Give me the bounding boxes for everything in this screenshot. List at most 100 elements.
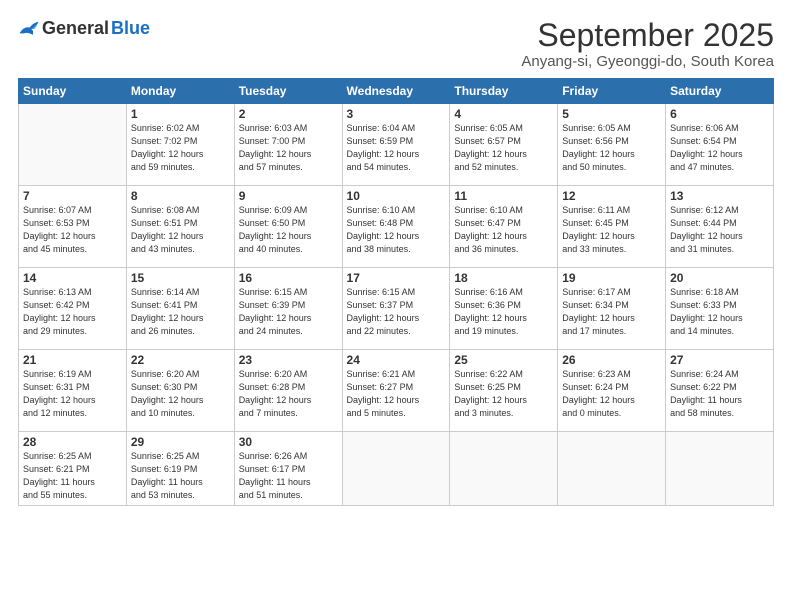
day-number: 2: [239, 107, 338, 121]
header-tuesday: Tuesday: [234, 79, 342, 104]
week-row-3: 14Sunrise: 6:13 AM Sunset: 6:42 PM Dayli…: [19, 268, 774, 350]
calendar-cell: 6Sunrise: 6:06 AM Sunset: 6:54 PM Daylig…: [666, 104, 774, 186]
week-row-5: 28Sunrise: 6:25 AM Sunset: 6:21 PM Dayli…: [19, 432, 774, 506]
day-number: 22: [131, 353, 230, 367]
day-number: 12: [562, 189, 661, 203]
calendar-cell: 26Sunrise: 6:23 AM Sunset: 6:24 PM Dayli…: [558, 350, 666, 432]
calendar-cell: 18Sunrise: 6:16 AM Sunset: 6:36 PM Dayli…: [450, 268, 558, 350]
day-info: Sunrise: 6:25 AM Sunset: 6:19 PM Dayligh…: [131, 450, 230, 502]
calendar-cell: 14Sunrise: 6:13 AM Sunset: 6:42 PM Dayli…: [19, 268, 127, 350]
day-number: 16: [239, 271, 338, 285]
header-friday: Friday: [558, 79, 666, 104]
day-info: Sunrise: 6:21 AM Sunset: 6:27 PM Dayligh…: [347, 368, 446, 420]
calendar-cell: 7Sunrise: 6:07 AM Sunset: 6:53 PM Daylig…: [19, 186, 127, 268]
calendar-cell: 16Sunrise: 6:15 AM Sunset: 6:39 PM Dayli…: [234, 268, 342, 350]
day-info: Sunrise: 6:16 AM Sunset: 6:36 PM Dayligh…: [454, 286, 553, 338]
logo-icon: [18, 20, 40, 38]
calendar-cell: 20Sunrise: 6:18 AM Sunset: 6:33 PM Dayli…: [666, 268, 774, 350]
day-number: 14: [23, 271, 122, 285]
day-info: Sunrise: 6:11 AM Sunset: 6:45 PM Dayligh…: [562, 204, 661, 256]
day-info: Sunrise: 6:02 AM Sunset: 7:02 PM Dayligh…: [131, 122, 230, 174]
calendar-cell: [666, 432, 774, 506]
day-info: Sunrise: 6:06 AM Sunset: 6:54 PM Dayligh…: [670, 122, 769, 174]
day-info: Sunrise: 6:10 AM Sunset: 6:47 PM Dayligh…: [454, 204, 553, 256]
day-info: Sunrise: 6:09 AM Sunset: 6:50 PM Dayligh…: [239, 204, 338, 256]
day-number: 11: [454, 189, 553, 203]
calendar-cell: 1Sunrise: 6:02 AM Sunset: 7:02 PM Daylig…: [126, 104, 234, 186]
title-area: September 2025 Anyang-si, Gyeonggi-do, S…: [521, 18, 774, 70]
day-number: 9: [239, 189, 338, 203]
calendar-page: GeneralBlue September 2025 Anyang-si, Gy…: [0, 0, 792, 612]
header-sunday: Sunday: [19, 79, 127, 104]
calendar-cell: 2Sunrise: 6:03 AM Sunset: 7:00 PM Daylig…: [234, 104, 342, 186]
week-row-2: 7Sunrise: 6:07 AM Sunset: 6:53 PM Daylig…: [19, 186, 774, 268]
day-number: 5: [562, 107, 661, 121]
header-monday: Monday: [126, 79, 234, 104]
day-info: Sunrise: 6:14 AM Sunset: 6:41 PM Dayligh…: [131, 286, 230, 338]
calendar-cell: 10Sunrise: 6:10 AM Sunset: 6:48 PM Dayli…: [342, 186, 450, 268]
day-number: 26: [562, 353, 661, 367]
calendar-cell: 4Sunrise: 6:05 AM Sunset: 6:57 PM Daylig…: [450, 104, 558, 186]
calendar-cell: 28Sunrise: 6:25 AM Sunset: 6:21 PM Dayli…: [19, 432, 127, 506]
calendar-cell: 11Sunrise: 6:10 AM Sunset: 6:47 PM Dayli…: [450, 186, 558, 268]
header: GeneralBlue September 2025 Anyang-si, Gy…: [18, 18, 774, 70]
day-info: Sunrise: 6:26 AM Sunset: 6:17 PM Dayligh…: [239, 450, 338, 502]
calendar-cell: 19Sunrise: 6:17 AM Sunset: 6:34 PM Dayli…: [558, 268, 666, 350]
calendar-cell: 5Sunrise: 6:05 AM Sunset: 6:56 PM Daylig…: [558, 104, 666, 186]
week-row-4: 21Sunrise: 6:19 AM Sunset: 6:31 PM Dayli…: [19, 350, 774, 432]
day-info: Sunrise: 6:19 AM Sunset: 6:31 PM Dayligh…: [23, 368, 122, 420]
month-title: September 2025: [521, 18, 774, 53]
day-number: 28: [23, 435, 122, 449]
day-info: Sunrise: 6:17 AM Sunset: 6:34 PM Dayligh…: [562, 286, 661, 338]
day-info: Sunrise: 6:05 AM Sunset: 6:57 PM Dayligh…: [454, 122, 553, 174]
calendar-cell: 30Sunrise: 6:26 AM Sunset: 6:17 PM Dayli…: [234, 432, 342, 506]
day-number: 8: [131, 189, 230, 203]
calendar-cell: 12Sunrise: 6:11 AM Sunset: 6:45 PM Dayli…: [558, 186, 666, 268]
day-info: Sunrise: 6:15 AM Sunset: 6:39 PM Dayligh…: [239, 286, 338, 338]
header-wednesday: Wednesday: [342, 79, 450, 104]
day-info: Sunrise: 6:07 AM Sunset: 6:53 PM Dayligh…: [23, 204, 122, 256]
calendar-cell: 22Sunrise: 6:20 AM Sunset: 6:30 PM Dayli…: [126, 350, 234, 432]
day-number: 4: [454, 107, 553, 121]
calendar-cell: 21Sunrise: 6:19 AM Sunset: 6:31 PM Dayli…: [19, 350, 127, 432]
calendar-cell: [558, 432, 666, 506]
day-number: 20: [670, 271, 769, 285]
header-saturday: Saturday: [666, 79, 774, 104]
day-info: Sunrise: 6:08 AM Sunset: 6:51 PM Dayligh…: [131, 204, 230, 256]
day-number: 30: [239, 435, 338, 449]
day-number: 29: [131, 435, 230, 449]
calendar-cell: 13Sunrise: 6:12 AM Sunset: 6:44 PM Dayli…: [666, 186, 774, 268]
day-number: 10: [347, 189, 446, 203]
day-number: 6: [670, 107, 769, 121]
logo-text-blue: Blue: [111, 18, 150, 39]
calendar-cell: [342, 432, 450, 506]
location-title: Anyang-si, Gyeonggi-do, South Korea: [521, 53, 774, 70]
day-info: Sunrise: 6:05 AM Sunset: 6:56 PM Dayligh…: [562, 122, 661, 174]
calendar-cell: 9Sunrise: 6:09 AM Sunset: 6:50 PM Daylig…: [234, 186, 342, 268]
day-info: Sunrise: 6:03 AM Sunset: 7:00 PM Dayligh…: [239, 122, 338, 174]
day-number: 24: [347, 353, 446, 367]
day-info: Sunrise: 6:24 AM Sunset: 6:22 PM Dayligh…: [670, 368, 769, 420]
header-thursday: Thursday: [450, 79, 558, 104]
weekday-header-row: Sunday Monday Tuesday Wednesday Thursday…: [19, 79, 774, 104]
logo-text-general: General: [42, 18, 109, 39]
day-info: Sunrise: 6:20 AM Sunset: 6:28 PM Dayligh…: [239, 368, 338, 420]
calendar-cell: 27Sunrise: 6:24 AM Sunset: 6:22 PM Dayli…: [666, 350, 774, 432]
calendar-cell: 15Sunrise: 6:14 AM Sunset: 6:41 PM Dayli…: [126, 268, 234, 350]
day-number: 13: [670, 189, 769, 203]
day-info: Sunrise: 6:04 AM Sunset: 6:59 PM Dayligh…: [347, 122, 446, 174]
day-info: Sunrise: 6:18 AM Sunset: 6:33 PM Dayligh…: [670, 286, 769, 338]
day-info: Sunrise: 6:12 AM Sunset: 6:44 PM Dayligh…: [670, 204, 769, 256]
calendar-cell: 23Sunrise: 6:20 AM Sunset: 6:28 PM Dayli…: [234, 350, 342, 432]
day-info: Sunrise: 6:15 AM Sunset: 6:37 PM Dayligh…: [347, 286, 446, 338]
calendar-cell: [19, 104, 127, 186]
calendar-cell: 17Sunrise: 6:15 AM Sunset: 6:37 PM Dayli…: [342, 268, 450, 350]
day-number: 1: [131, 107, 230, 121]
calendar-cell: 25Sunrise: 6:22 AM Sunset: 6:25 PM Dayli…: [450, 350, 558, 432]
day-number: 27: [670, 353, 769, 367]
day-info: Sunrise: 6:23 AM Sunset: 6:24 PM Dayligh…: [562, 368, 661, 420]
week-row-1: 1Sunrise: 6:02 AM Sunset: 7:02 PM Daylig…: [19, 104, 774, 186]
logo: GeneralBlue: [18, 18, 150, 39]
calendar-table: Sunday Monday Tuesday Wednesday Thursday…: [18, 78, 774, 506]
calendar-cell: [450, 432, 558, 506]
